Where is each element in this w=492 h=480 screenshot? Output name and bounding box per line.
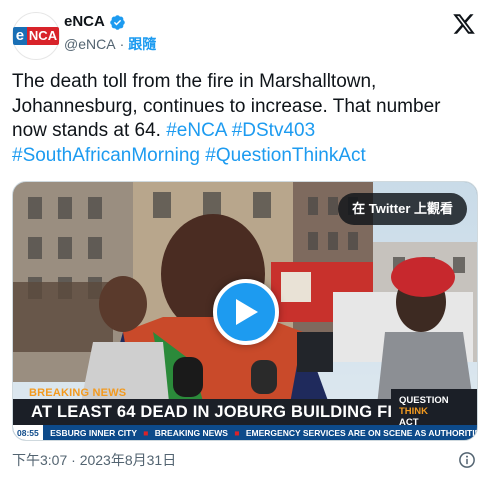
news-ticker: 08:55 ESBURG INNER CITY ■ BREAKING NEWS … bbox=[13, 425, 477, 440]
play-icon bbox=[236, 299, 258, 325]
tweet-header: e NCA eNCA @eNCA · 跟隨 bbox=[0, 0, 492, 66]
tweet-footer: 下午3:07 · 2023年8月31日 bbox=[12, 449, 480, 471]
qta-line-think: THINK bbox=[399, 406, 429, 417]
timestamp[interactable]: 下午3:07 · 2023年8月31日 bbox=[12, 452, 176, 468]
hashtag-enca[interactable]: #eNCA bbox=[166, 120, 226, 141]
logo-nca: NCA bbox=[26, 27, 60, 45]
ticker-item: ESBURG INNER CITY bbox=[50, 428, 137, 438]
video-player[interactable]: 在 Twitter 上觀看 BREAKING NEWS AT LEAST 64 … bbox=[12, 181, 478, 441]
ticker-separator: ■ bbox=[234, 428, 240, 438]
logo-e: e bbox=[12, 27, 27, 45]
qta-line-question: QUESTION bbox=[399, 395, 449, 406]
verified-badge-icon bbox=[110, 14, 125, 30]
watch-on-twitter-button[interactable]: 在 Twitter 上觀看 bbox=[338, 193, 467, 225]
hashtag-southafricanmorning[interactable]: #SouthAfricanMorning bbox=[12, 145, 200, 166]
info-icon[interactable] bbox=[458, 451, 476, 469]
ticker-separator: ■ bbox=[143, 428, 149, 438]
display-name[interactable]: eNCA bbox=[64, 12, 105, 32]
question-think-act-badge: QUESTION THINK ACT bbox=[391, 389, 477, 428]
separator-dot: · bbox=[119, 36, 125, 52]
avatar[interactable]: e NCA bbox=[12, 12, 60, 60]
handle-row: @eNCA · 跟隨 bbox=[64, 35, 156, 53]
tweet-text: The death toll from the fire in Marshall… bbox=[12, 70, 480, 168]
headline-text: AT LEAST 64 DEAD IN JOBURG BUILDING FIRE bbox=[31, 403, 416, 421]
ticker-time: 08:55 bbox=[13, 425, 43, 440]
name-row: eNCA bbox=[64, 12, 126, 32]
x-logo-icon[interactable] bbox=[452, 12, 476, 36]
tweet-body: The death toll from the fire in Marshall… bbox=[12, 71, 441, 141]
breaking-news-label: BREAKING NEWS bbox=[29, 387, 127, 399]
ticker-item: BREAKING NEWS bbox=[154, 428, 228, 438]
handle[interactable]: @eNCA bbox=[64, 35, 116, 53]
follow-button[interactable]: 跟隨 bbox=[128, 35, 156, 53]
hashtag-questionthinkact[interactable]: #QuestionThinkAct bbox=[205, 145, 366, 166]
news-lower-third: BREAKING NEWS AT LEAST 64 DEAD IN JOBURG… bbox=[13, 385, 477, 440]
headline-bar: AT LEAST 64 DEAD IN JOBURG BUILDING FIRE bbox=[13, 399, 415, 425]
enca-logo: e NCA bbox=[12, 27, 60, 45]
ticker-item: EMERGENCY SERVICES ARE ON SCENE AS AUTHO… bbox=[245, 428, 477, 438]
hashtag-dstv403[interactable]: #DStv403 bbox=[232, 120, 315, 141]
play-button[interactable] bbox=[213, 279, 279, 345]
